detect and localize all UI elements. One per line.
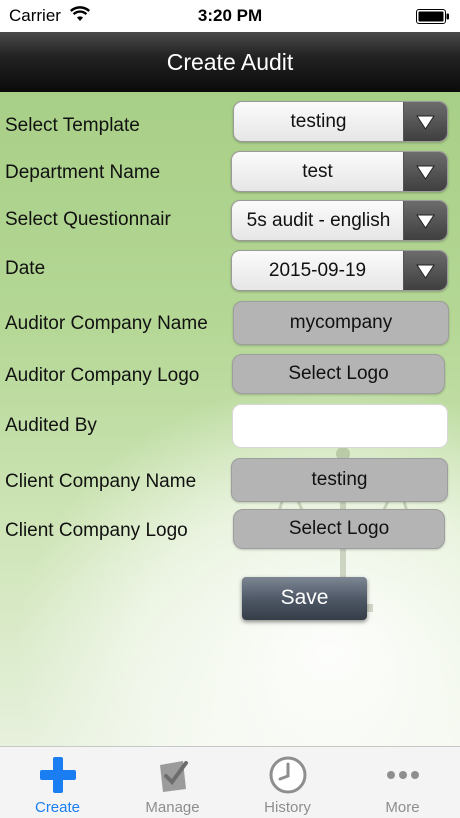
auditor-select-logo-label: Select Logo <box>288 363 389 384</box>
date-label: Date <box>5 258 46 279</box>
tab-bar: Create Manage History More <box>0 746 460 818</box>
tab-history[interactable]: History <box>230 747 345 818</box>
client-company-label: Client Company Name <box>5 471 197 492</box>
chevron-down-icon <box>416 263 435 279</box>
questionnaire-label: Select Questionnair <box>5 209 171 230</box>
department-dropdown[interactable]: test <box>231 151 448 192</box>
department-dropdown-toggle[interactable] <box>403 152 447 191</box>
department-label: Department Name <box>5 162 161 183</box>
date-value: 2015-09-19 <box>268 260 367 281</box>
audited-by-input[interactable] <box>232 404 448 448</box>
auditor-company-value: mycompany <box>289 312 393 333</box>
clock-icon <box>268 755 308 795</box>
auditor-company-field[interactable]: mycompany <box>233 301 449 345</box>
audited-by-label: Audited By <box>5 415 97 436</box>
chevron-down-icon <box>416 114 435 130</box>
clipboard-check-icon <box>153 755 193 795</box>
tab-manage[interactable]: Manage <box>115 747 230 818</box>
create-audit-form: Select Template testing Department Name … <box>0 92 460 746</box>
template-dropdown-toggle[interactable] <box>403 102 447 141</box>
department-value: test <box>302 161 333 182</box>
template-label: Select Template <box>5 115 140 136</box>
client-company-field[interactable]: testing <box>231 458 448 502</box>
client-select-logo-button[interactable]: Select Logo <box>233 509 445 549</box>
page-title: Create Audit <box>166 49 294 75</box>
auditor-company-label: Auditor Company Name <box>5 313 208 334</box>
tab-history-label: History <box>264 799 311 816</box>
tab-manage-label: Manage <box>145 799 200 816</box>
tab-more-label: More <box>385 799 420 816</box>
more-dots-icon <box>383 755 423 795</box>
clock-time: 3:20 PM <box>197 6 263 25</box>
questionnaire-dropdown[interactable]: 5s audit - english <box>231 200 448 241</box>
navigation-bar: Create Audit <box>0 32 460 92</box>
client-company-value: testing <box>311 469 368 490</box>
tab-create-label: Create <box>34 799 81 816</box>
client-select-logo-label: Select Logo <box>288 518 390 539</box>
save-button[interactable]: Save <box>242 577 367 620</box>
template-dropdown[interactable]: testing <box>233 101 448 142</box>
tab-more[interactable]: More <box>345 747 460 818</box>
battery-icon <box>416 9 450 24</box>
auditor-logo-label: Auditor Company Logo <box>5 365 200 386</box>
date-picker[interactable]: 2015-09-19 <box>231 250 448 291</box>
plus-icon <box>38 755 78 795</box>
auditor-select-logo-button[interactable]: Select Logo <box>232 354 445 394</box>
chevron-down-icon <box>416 164 435 180</box>
template-value: testing <box>290 111 347 132</box>
questionnaire-dropdown-toggle[interactable] <box>403 201 447 240</box>
questionnaire-value: 5s audit - english <box>246 210 391 231</box>
date-picker-toggle[interactable] <box>403 251 447 290</box>
status-bar: Carrier 3:20 PM <box>0 0 460 32</box>
tab-create[interactable]: Create <box>0 747 115 818</box>
chevron-down-icon <box>416 213 435 229</box>
client-logo-label: Client Company Logo <box>5 520 188 541</box>
